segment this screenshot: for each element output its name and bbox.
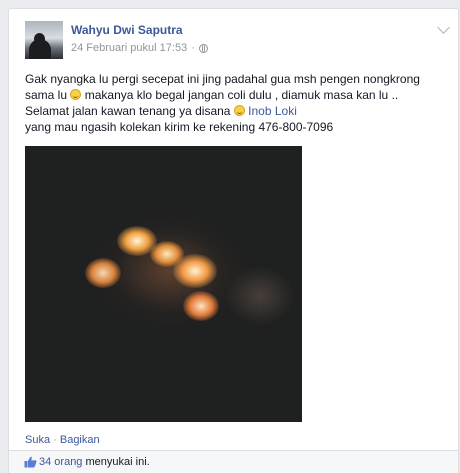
actions-separator: · [50,434,60,446]
post-text-line-3a: Selamat jalan kawan tenang ya disana [25,104,231,118]
post-text-line-2: sama lu makanya klo begal jangan coli du… [25,87,450,103]
likes-text: 34 orang menyukai ini. [39,456,150,468]
meta-separator: · [191,42,195,54]
globe-icon[interactable] [198,43,208,53]
photo-glow [183,291,219,321]
post-text-line-2b: makanya klo begal jangan coli dulu , dia… [84,88,399,102]
post-card: Wahyu Dwi Saputra 24 Februari pukul 17:5… [8,8,459,473]
avatar-head [34,33,45,45]
post-timestamp[interactable]: 24 Februari pukul 17:53 [71,42,187,54]
tagged-user-link[interactable]: Inob Loki [248,104,297,118]
share-link[interactable]: Bagikan [60,434,100,446]
likes-count-link[interactable]: 34 orang [39,456,82,468]
post-text-line-3: Selamat jalan kawan tenang ya disana Ino… [25,103,450,119]
smiley-icon [233,105,245,116]
photo-glow [173,254,217,288]
smiley-icon [70,89,82,100]
likes-suffix: menyukai ini. [82,456,150,468]
post-text-line-2a: sama lu [25,88,68,102]
post-text-line-4: yang mau ngasih kolekan kirim ke rekenin… [25,120,334,134]
post-text-line-1: Gak nyangka lu pergi secepat ini jing pa… [25,72,420,86]
post-photo[interactable] [25,146,302,422]
thumbs-up-icon [24,456,37,468]
likes-summary: 34 orang menyukai ini. [8,450,459,473]
post-meta: 24 Februari pukul 17:53 · [71,42,208,54]
author-name[interactable]: Wahyu Dwi Saputra [71,23,183,37]
post-text: Gak nyangka lu pergi secepat ini jing pa… [25,71,450,135]
photo-glow [225,266,295,326]
chevron-down-icon[interactable] [437,21,450,34]
like-link[interactable]: Suka [25,434,50,446]
photo-glow [85,258,121,288]
post-actions: Suka · Bagikan [25,434,100,446]
avatar[interactable] [25,21,63,59]
